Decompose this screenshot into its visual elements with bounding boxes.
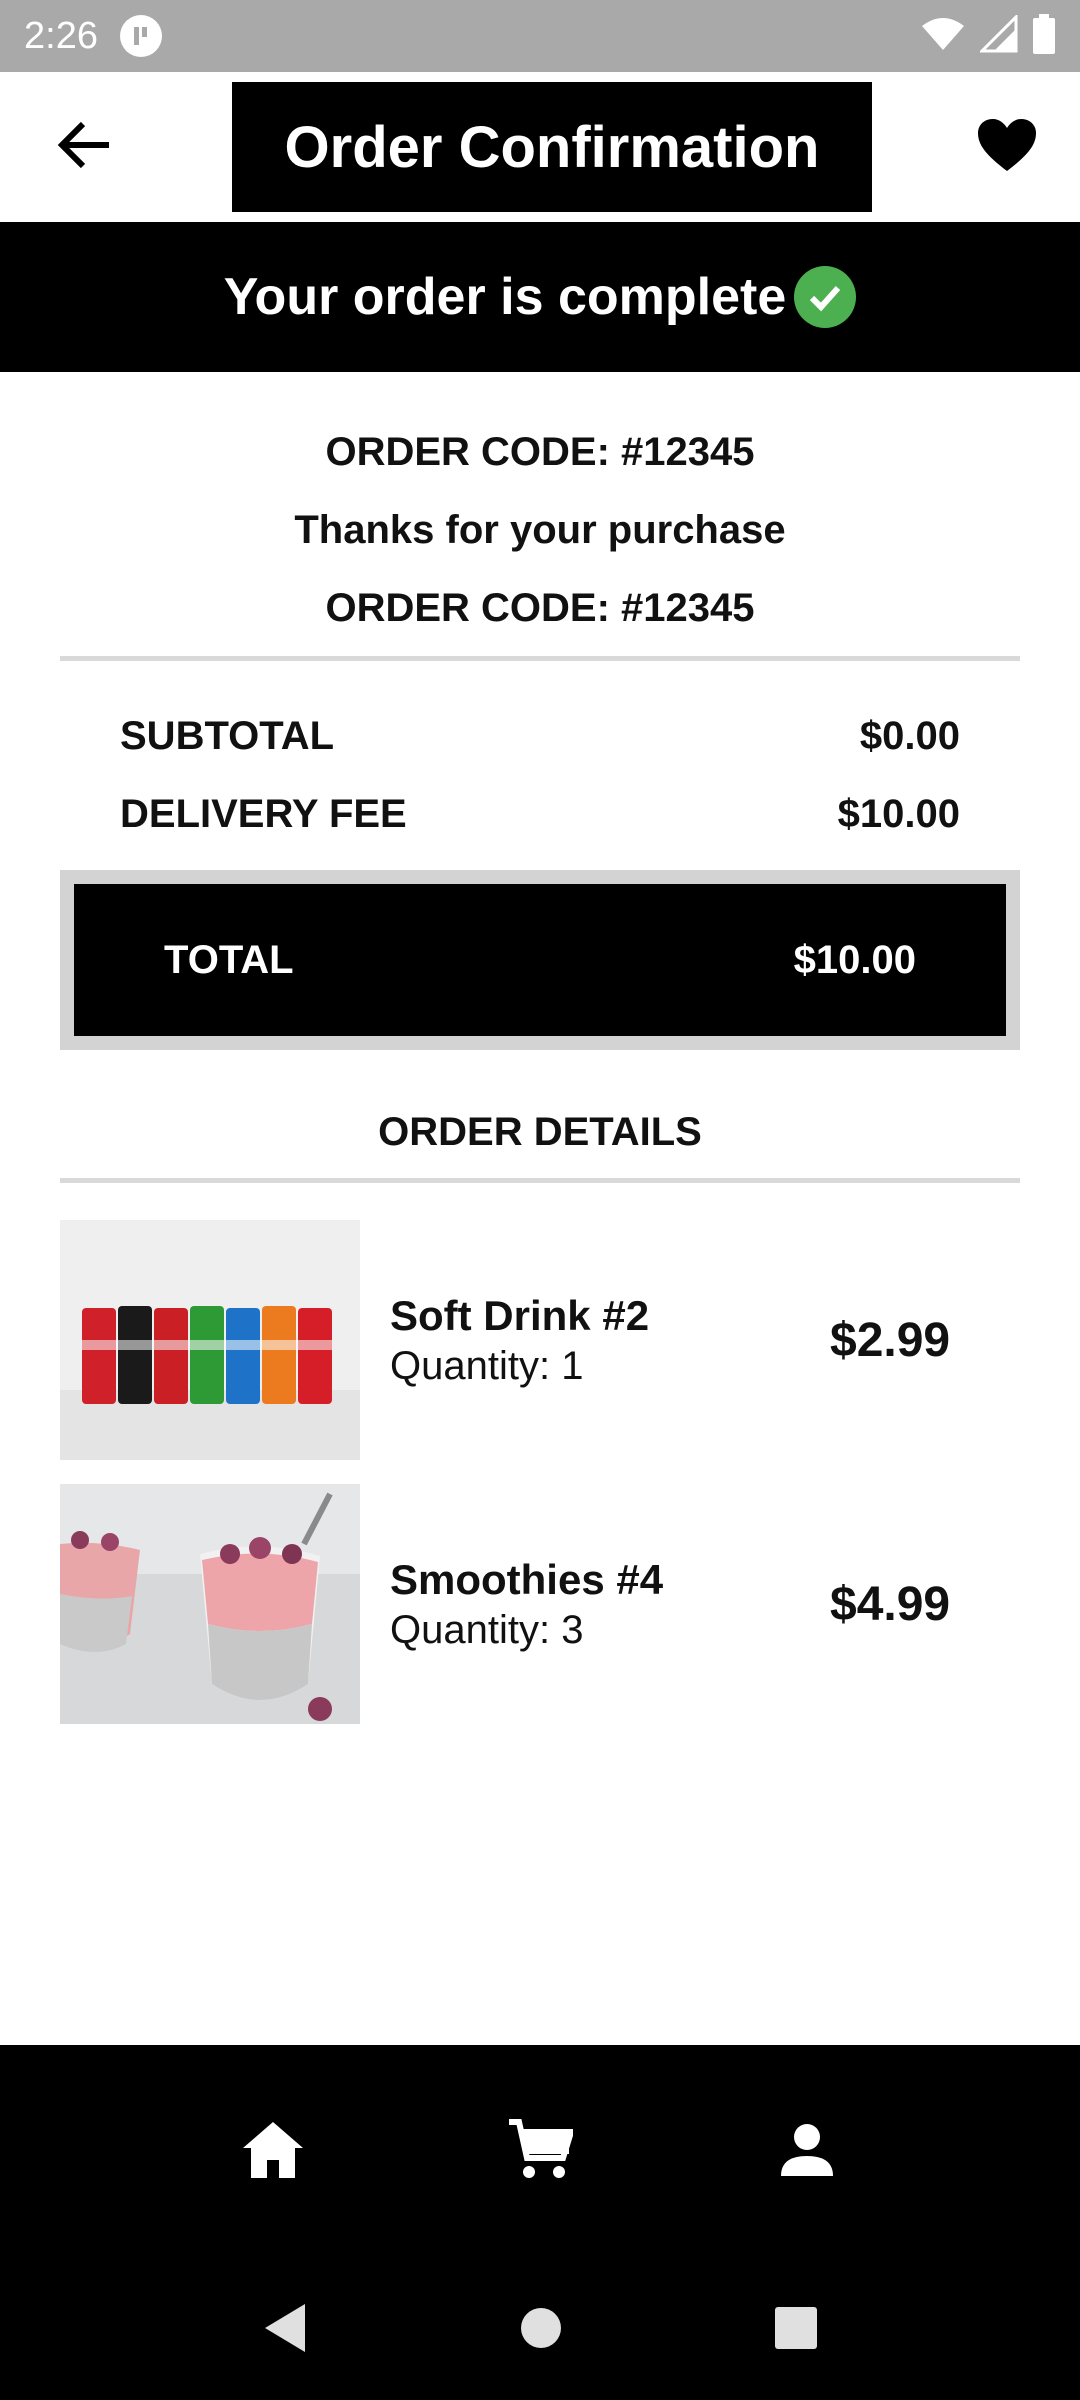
nav-home-button[interactable]	[223, 2103, 323, 2203]
total-box: TOTAL $10.00	[60, 870, 1020, 1050]
delivery-fee-value: $10.00	[837, 792, 960, 836]
order-confirmation-screen: 2:26 Order Confirmation Your order is co…	[0, 0, 1080, 2400]
subtotal-value: $0.00	[859, 714, 960, 758]
battery-icon	[1032, 13, 1056, 59]
banner-text: Your order is complete	[223, 268, 787, 326]
subtotal-label: SUBTOTAL	[120, 714, 335, 758]
order-item[interactable]: Smoothies #4 Quantity: 3 $4.99	[60, 1484, 1020, 1724]
system-navigation-bar	[0, 2260, 1080, 2400]
page-title-box: Order Confirmation	[232, 82, 872, 212]
page-title: Order Confirmation	[284, 114, 820, 180]
item-quantity: Quantity: 1	[390, 1343, 584, 1388]
arrow-left-icon	[57, 120, 113, 175]
heart-icon	[976, 117, 1038, 178]
home-circle-icon[interactable]	[519, 2306, 563, 2355]
bottom-navigation	[0, 2045, 1080, 2260]
delivery-fee-label: DELIVERY FEE	[120, 792, 407, 836]
item-name: Soft Drink #2	[390, 1291, 650, 1339]
subtotal-row: SUBTOTAL $0.00	[120, 714, 960, 759]
item-price: $2.99	[830, 1313, 951, 1367]
check-circle-icon	[794, 266, 857, 328]
back-button[interactable]	[40, 110, 130, 184]
home-icon	[241, 2120, 305, 2185]
person-icon	[779, 2122, 835, 2183]
divider	[60, 656, 1020, 661]
recents-square-icon[interactable]	[773, 2305, 819, 2356]
soft-drink-image	[60, 1220, 360, 1460]
total-row: TOTAL $10.00	[74, 884, 1006, 1036]
thanks-message: Thanks for your purchase	[294, 508, 786, 552]
order-details-heading: ORDER DETAILS	[378, 1110, 702, 1154]
order-code-repeat: ORDER CODE: #12345	[325, 586, 755, 630]
wifi-icon	[920, 16, 966, 57]
item-quantity: Quantity: 3	[390, 1607, 584, 1652]
nav-cart-button[interactable]	[490, 2103, 590, 2203]
item-price: $4.99	[830, 1577, 951, 1631]
order-item[interactable]: Soft Drink #2 Quantity: 1 $2.99	[60, 1220, 1020, 1460]
back-triangle-icon[interactable]	[261, 2302, 309, 2359]
app-notification-icon	[119, 15, 162, 57]
divider	[60, 1178, 1020, 1183]
favorite-button[interactable]	[968, 110, 1046, 184]
order-code: ORDER CODE: #12345	[325, 430, 755, 474]
item-name: Smoothies #4	[390, 1555, 664, 1603]
delivery-fee-row: DELIVERY FEE $10.00	[120, 792, 960, 837]
top-app-bar: Order Confirmation	[0, 72, 1080, 222]
cart-icon	[507, 2118, 576, 2187]
total-value: $10.00	[793, 937, 916, 982]
signal-icon	[978, 12, 1018, 58]
status-time: 2:26	[24, 14, 98, 57]
order-complete-banner: Your order is complete	[0, 222, 1080, 372]
total-label: TOTAL	[164, 937, 294, 982]
smoothie-image	[60, 1484, 360, 1724]
status-bar: 2:26	[0, 0, 1080, 72]
nav-profile-button[interactable]	[757, 2103, 857, 2203]
